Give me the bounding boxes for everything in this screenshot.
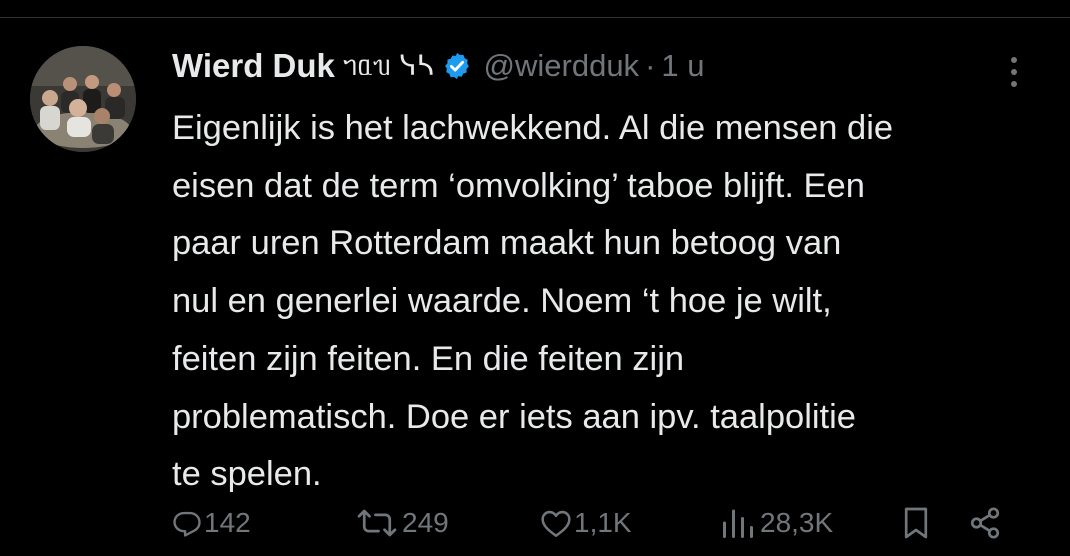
tweet-text-line: Eigenlijk is het lachwekkend. Al die men… — [172, 109, 894, 147]
tweet-text-line: feiten zijn feiten. En die feiten zijn — [172, 339, 685, 378]
meta-separator: · — [645, 48, 656, 83]
share-icon — [968, 506, 1002, 540]
like-count: 1,1K — [574, 507, 632, 538]
action-bar: 142 249 1,1K 28,3K — [0, 500, 1070, 546]
user-handle[interactable]: @wierdduk — [484, 48, 640, 84]
timestamp[interactable]: 1 u — [661, 48, 704, 84]
repost-count: 249 — [402, 507, 449, 538]
repost-button[interactable]: 249 — [354, 500, 449, 546]
reply-count: 142 — [204, 507, 251, 538]
views-count: 28,3K — [760, 507, 834, 538]
tweet-header: Wierd Duk ᥐᥲᥔ ᓭᓴ @wierdduk · 1 u — [172, 46, 705, 86]
tweet-text-line: problematisch. Doe er iets aan ipv. taal… — [172, 397, 856, 436]
heart-icon — [540, 508, 572, 538]
tweet-text-line: nul en generlei waarde. Noem ‘t hoe je w… — [172, 282, 832, 321]
timeline-divider — [0, 0, 1070, 18]
name-decoration: ᥐᥲᥔ ᓭᓴ — [342, 49, 434, 82]
views-button[interactable]: 28,3K — [718, 500, 833, 546]
display-name[interactable]: Wierd Duk — [172, 47, 335, 85]
verified-badge-icon[interactable] — [442, 51, 472, 81]
repost-icon — [354, 508, 400, 538]
tweet-text: Eigenlijk is het lachwekkend. Al die men… — [172, 100, 1042, 504]
tweet-text-line: te spelen. — [172, 455, 322, 494]
like-button[interactable]: 1,1K — [540, 500, 632, 546]
reply-icon — [172, 508, 202, 538]
tweet-text-line: paar uren Rotterdam maakt hun betoog van — [172, 224, 842, 263]
bookmark-icon — [902, 506, 930, 540]
bookmark-button[interactable] — [902, 500, 930, 546]
reply-button[interactable]: 142 — [172, 500, 251, 546]
tweet-text-line: eisen dat de term ‘omvolking’ taboe blij… — [172, 166, 865, 205]
avatar[interactable] — [30, 46, 136, 152]
views-chart-icon — [718, 508, 758, 538]
share-button[interactable] — [968, 500, 1002, 546]
more-options-icon[interactable] — [1004, 52, 1024, 92]
